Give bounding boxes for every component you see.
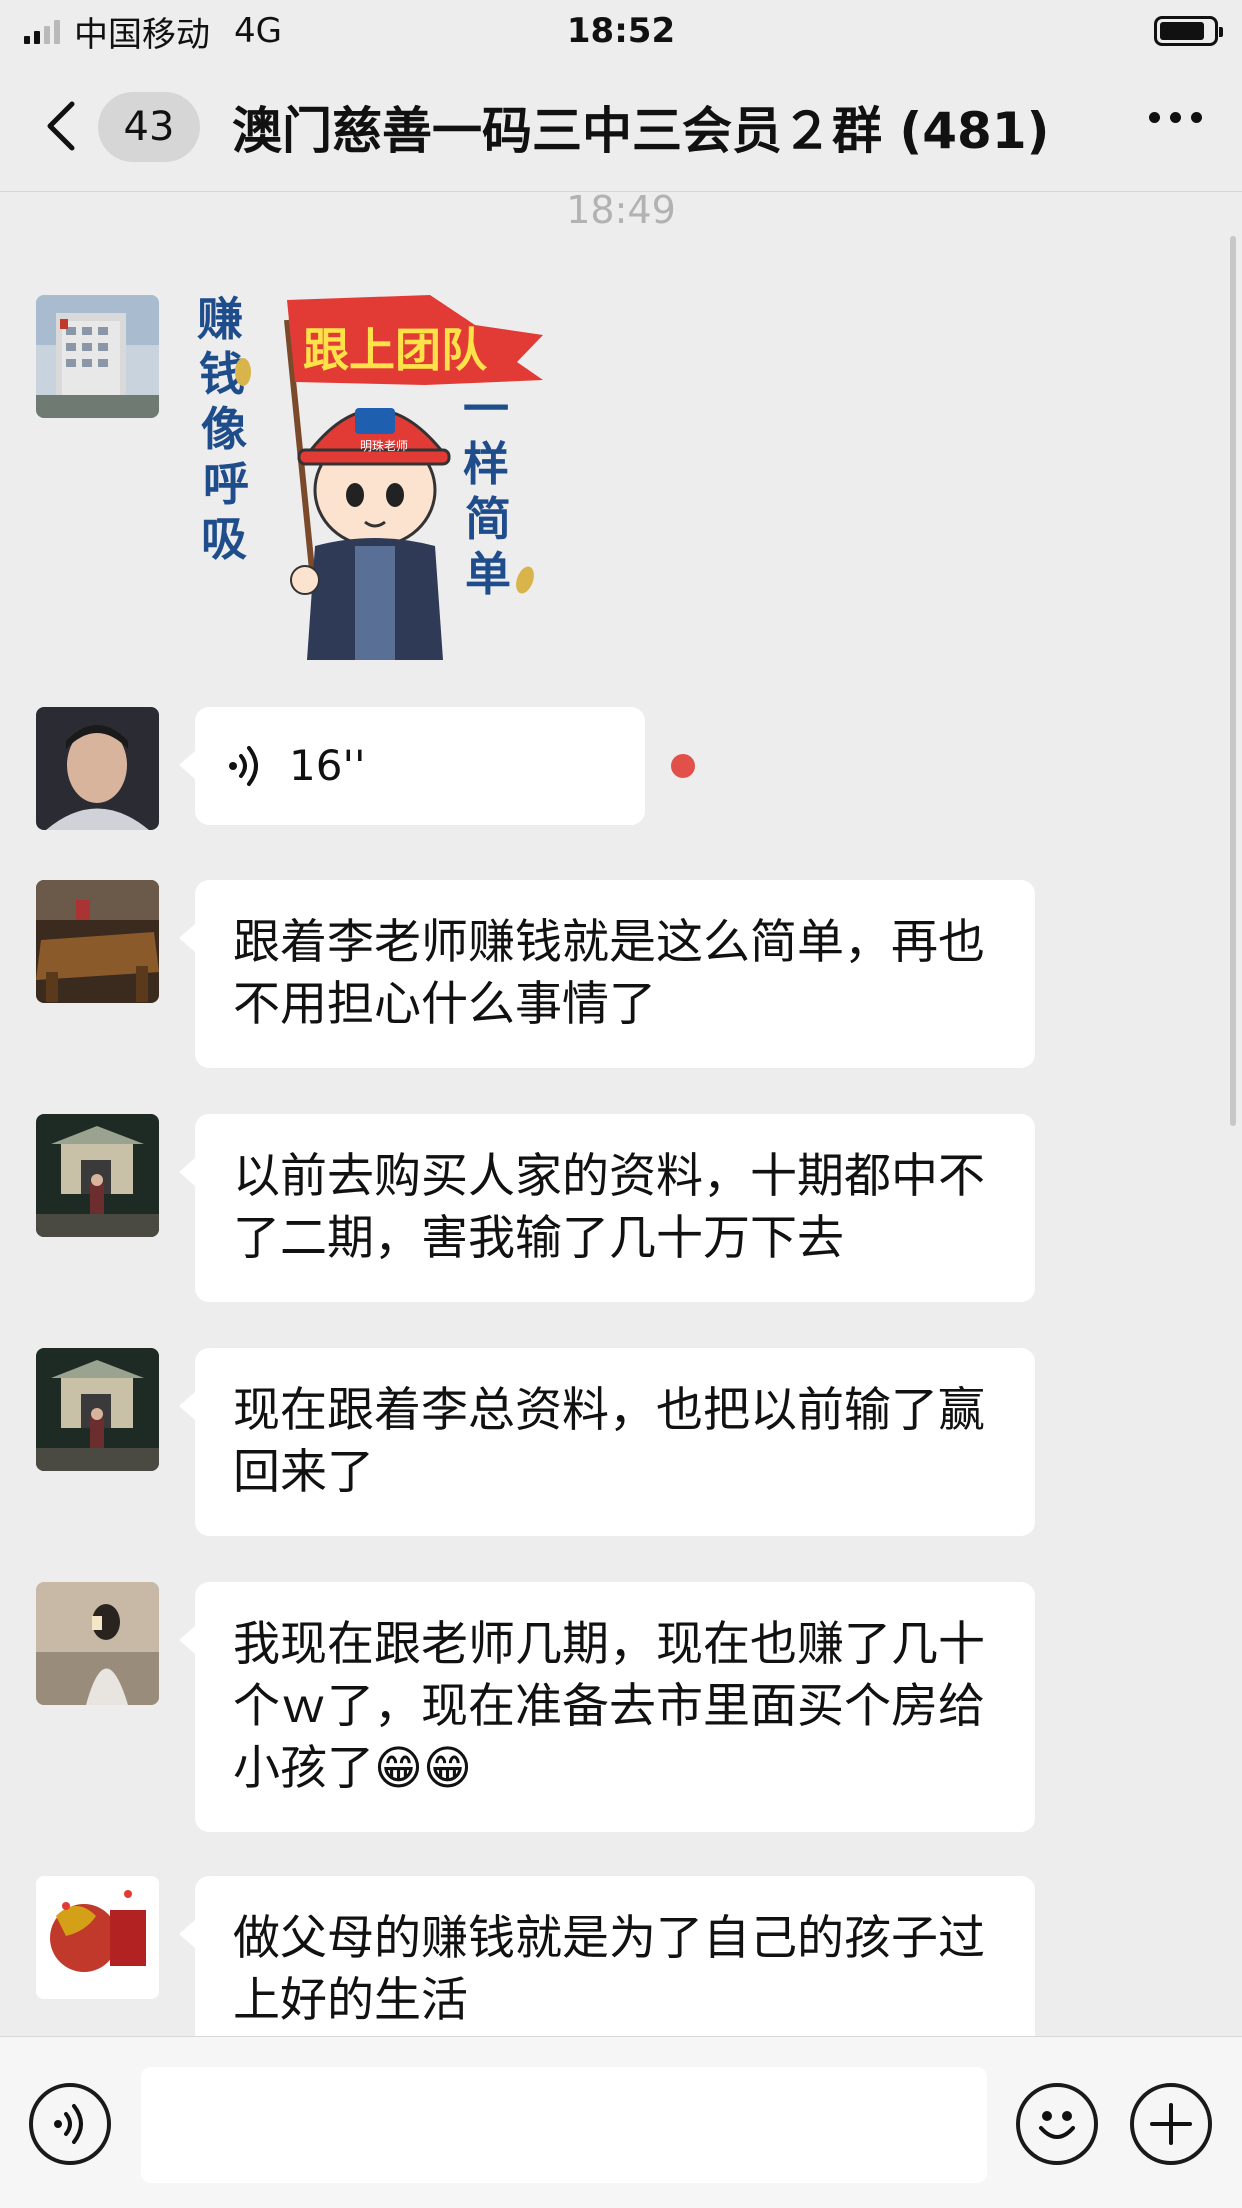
avatar[interactable]: [36, 1582, 159, 1705]
svg-text:单: 单: [465, 547, 511, 601]
message-text: 我现在跟老师几期，现在也赚了几十个ｗ了，现在准备去市里面买个房给小孩了😁😁: [233, 1617, 985, 1796]
avatar[interactable]: [36, 880, 159, 1003]
message-text: 现在跟着李总资料，也把以前输了赢回来了: [233, 1383, 985, 1500]
sticker-banner-text: 跟上团队: [303, 323, 488, 377]
svg-text:简: 简: [465, 492, 511, 546]
message-bubble[interactable]: 现在跟着李总资料，也把以前输了赢回来了: [179, 1348, 1035, 1536]
voice-message-bubble[interactable]: 16'': [179, 707, 645, 825]
message-bubble[interactable]: 跟着李老师赚钱就是这么简单，再也不用担心什么事情了: [179, 880, 1035, 1068]
battery-icon: [1154, 16, 1223, 46]
signal-strength-icon: [24, 18, 60, 44]
voice-duration: 16'': [289, 741, 366, 790]
avatar[interactable]: [36, 1876, 159, 1999]
voice-input-button[interactable]: [29, 2083, 111, 2165]
more-options-icon[interactable]: [1149, 112, 1202, 123]
status-bar: 中国移动 4G 18:52: [0, 0, 1242, 62]
svg-text:样: 样: [463, 437, 509, 491]
message-text: 做父母的赚钱就是为了自己的孩子过上好的生活: [233, 1911, 985, 2028]
unread-voice-dot: [671, 754, 695, 778]
message-input-bar: [0, 2036, 1242, 2208]
scrollbar[interactable]: [1230, 236, 1236, 1126]
back-arrow-icon[interactable]: [40, 96, 84, 156]
status-left: 中国移动 4G: [24, 7, 282, 56]
avatar[interactable]: [36, 1114, 159, 1237]
message-text: 跟着李老师赚钱就是这么简单，再也不用担心什么事情了: [233, 915, 985, 1032]
add-more-button[interactable]: [1130, 2083, 1212, 2165]
message-text: 以前去购买人家的资料，十期都中不了二期，害我输了几十万下去: [233, 1149, 985, 1266]
unread-count-badge[interactable]: 43: [98, 92, 200, 162]
emoji-icon: [1039, 2111, 1075, 2139]
message-bubble[interactable]: 我现在跟老师几期，现在也赚了几十个ｗ了，现在准备去市里面买个房给小孩了😁😁: [179, 1582, 1035, 1832]
avatar[interactable]: [36, 707, 159, 830]
sticker-cap-text: 明珠老师: [360, 439, 408, 453]
svg-text:像: 像: [201, 402, 247, 456]
message-text-input[interactable]: [141, 2067, 987, 2183]
avatar[interactable]: [36, 1348, 159, 1471]
avatar[interactable]: [36, 295, 159, 418]
chat-header: 43 澳门慈善一码三中三会员２群 (481): [0, 62, 1242, 192]
voice-icon: [54, 2104, 83, 2144]
voice-wave-icon: [229, 746, 258, 786]
svg-text:一: 一: [463, 382, 509, 436]
sticker-image[interactable]: 跟上团队 赚 钱 像 呼 吸 一 样 简 单 明珠老师: [195, 290, 555, 660]
plus-icon: [1150, 2103, 1192, 2145]
network-type: 4G: [234, 11, 282, 51]
carrier-name: 中国移动: [74, 14, 210, 55]
emoji-button[interactable]: [1016, 2083, 1098, 2165]
message-bubble[interactable]: 以前去购买人家的资料，十期都中不了二期，害我输了几十万下去: [179, 1114, 1035, 1302]
svg-text:呼: 呼: [203, 457, 249, 511]
message-timestamp: 18:49: [566, 188, 676, 232]
svg-text:吸: 吸: [201, 512, 247, 566]
svg-text:赚: 赚: [197, 292, 243, 346]
chat-title: 澳门慈善一码三中三会员２群 (481): [232, 102, 1050, 160]
